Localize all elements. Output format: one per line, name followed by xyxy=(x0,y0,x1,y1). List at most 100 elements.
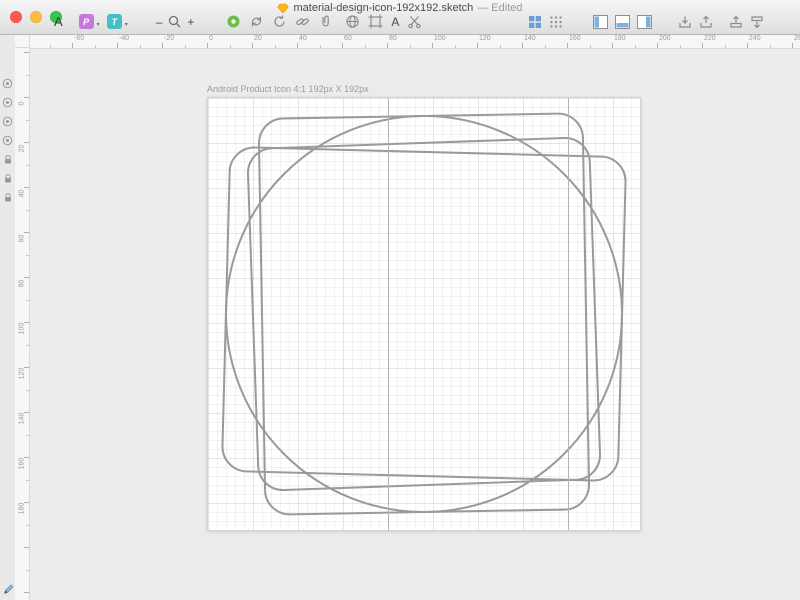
dots-grid-icon[interactable] xyxy=(549,15,563,29)
panel-left-icon[interactable] xyxy=(593,15,608,29)
keyline-square[interactable] xyxy=(247,137,601,491)
visibility-eye-icon[interactable] xyxy=(2,135,13,146)
ruler-tick xyxy=(590,45,591,48)
ruler-label: 180 xyxy=(614,35,626,42)
ruler-tick xyxy=(162,43,163,48)
pencil-icon[interactable] xyxy=(2,583,15,596)
ruler-tick xyxy=(477,43,478,48)
ruler-tick xyxy=(26,390,29,391)
chevron-down-icon[interactable]: ▾ xyxy=(97,21,100,28)
keyline-circle[interactable] xyxy=(226,116,622,512)
visibility-eye-icon[interactable] xyxy=(2,97,13,108)
text-style-plugin-label: T xyxy=(111,17,117,27)
ruler-tick xyxy=(24,52,29,53)
guide-line[interactable] xyxy=(568,98,569,530)
ruler-tick xyxy=(24,547,29,548)
pages-plugin-label: P xyxy=(83,17,89,27)
move-up-icon[interactable] xyxy=(729,15,743,29)
ruler-label: 100 xyxy=(19,318,26,340)
horizontal-ruler[interactable]: -60-40-200204060801001201401601802002202… xyxy=(30,34,800,49)
toolbar-tools: A P ▾ T ▾ – + xyxy=(54,12,764,31)
ruler-label: 100 xyxy=(434,35,446,42)
keyline-portrait-rect[interactable] xyxy=(259,113,590,515)
link-icon[interactable] xyxy=(295,14,310,29)
ruler-label: 200 xyxy=(659,35,671,42)
close-window-button[interactable] xyxy=(10,11,22,23)
ruler-tick xyxy=(26,120,29,121)
lock-icon[interactable] xyxy=(3,173,13,184)
guide-line[interactable] xyxy=(388,98,389,530)
ruler-label: 60 xyxy=(344,35,352,42)
ruler-label: 60 xyxy=(19,228,26,250)
globe-icon[interactable] xyxy=(345,14,360,29)
ruler-tick xyxy=(432,43,433,48)
export-tray-icon[interactable] xyxy=(699,15,713,29)
ruler-tick xyxy=(26,480,29,481)
move-down-icon[interactable] xyxy=(750,15,764,29)
ruler-label: 40 xyxy=(19,183,26,205)
ruler-tick xyxy=(207,43,208,48)
lock-icon[interactable] xyxy=(3,154,13,165)
panel-toggle-buttons xyxy=(593,15,652,29)
ruler-label: 0 xyxy=(209,35,213,42)
text-tool-button[interactable]: A xyxy=(391,15,399,29)
ruler-tick xyxy=(26,525,29,526)
text-style-plugin-button[interactable]: T xyxy=(107,14,122,29)
arrange-buttons xyxy=(729,15,764,29)
canvas[interactable]: Android Product Icon 4:1 192px X 192px xyxy=(30,48,800,600)
magnifier-icon[interactable] xyxy=(168,15,181,28)
attachment-icon[interactable] xyxy=(318,14,333,29)
ruler-label: 0 xyxy=(19,93,26,115)
ruler-tick xyxy=(567,43,568,48)
ruler-tick xyxy=(72,43,73,48)
ruler-label: 120 xyxy=(19,363,26,385)
artboard-frame-icon[interactable] xyxy=(368,14,383,29)
ruler-label: -60 xyxy=(74,35,84,42)
zoom-out-button[interactable]: – xyxy=(156,16,163,28)
sync-icon[interactable] xyxy=(249,14,264,29)
ruler-tick xyxy=(455,45,456,48)
lock-icon[interactable] xyxy=(3,192,13,203)
ruler-label: -20 xyxy=(164,35,174,42)
zoom-in-button[interactable]: + xyxy=(187,16,194,28)
import-tray-icon[interactable] xyxy=(678,15,692,29)
panel-right-icon[interactable] xyxy=(637,15,652,29)
chevron-down-icon[interactable]: ▾ xyxy=(125,21,128,28)
ruler-label: 20 xyxy=(19,138,26,160)
layout-grid-icon[interactable] xyxy=(528,15,542,29)
scissors-icon[interactable] xyxy=(407,14,422,29)
keyline-shapes xyxy=(208,98,640,530)
ruler-label: 160 xyxy=(569,35,581,42)
visibility-eye-icon[interactable] xyxy=(2,116,13,127)
rotate-icon[interactable] xyxy=(272,14,287,29)
vertical-ruler[interactable]: 020406080100120140160180 xyxy=(15,48,30,600)
ruler-label: 40 xyxy=(299,35,307,42)
minimize-window-button[interactable] xyxy=(30,11,42,23)
ruler-tick xyxy=(50,45,51,48)
ruler-label: -40 xyxy=(119,35,129,42)
ruler-tick xyxy=(612,43,613,48)
ruler-label: 140 xyxy=(19,408,26,430)
artboard[interactable] xyxy=(207,97,641,531)
ruler-tick xyxy=(522,43,523,48)
layer-control-strip xyxy=(0,34,15,600)
artboard-label[interactable]: Android Product Icon 4:1 192px X 192px xyxy=(207,84,369,94)
ruler-tick xyxy=(140,45,141,48)
ruler-tick xyxy=(230,45,231,48)
panel-bottom-icon[interactable] xyxy=(615,15,630,29)
artboard-tool-button[interactable]: A xyxy=(54,14,63,29)
ruler-label: 160 xyxy=(19,453,26,475)
grid-buttons xyxy=(528,15,563,29)
mirror-plugin-icon[interactable] xyxy=(226,14,241,29)
ruler-tick xyxy=(792,43,793,48)
visibility-eye-icon[interactable] xyxy=(2,78,13,89)
ruler-tick xyxy=(410,45,411,48)
ruler-label: 80 xyxy=(19,273,26,295)
pages-plugin-button[interactable]: P xyxy=(79,14,94,29)
ruler-corner xyxy=(15,34,30,48)
ruler-label: 80 xyxy=(389,35,397,42)
sketch-window: material-design-icon-192x192.sketch — Ed… xyxy=(0,0,800,600)
ruler-tick xyxy=(747,43,748,48)
ruler-tick xyxy=(275,45,276,48)
keyline-landscape-rect[interactable] xyxy=(222,147,626,481)
